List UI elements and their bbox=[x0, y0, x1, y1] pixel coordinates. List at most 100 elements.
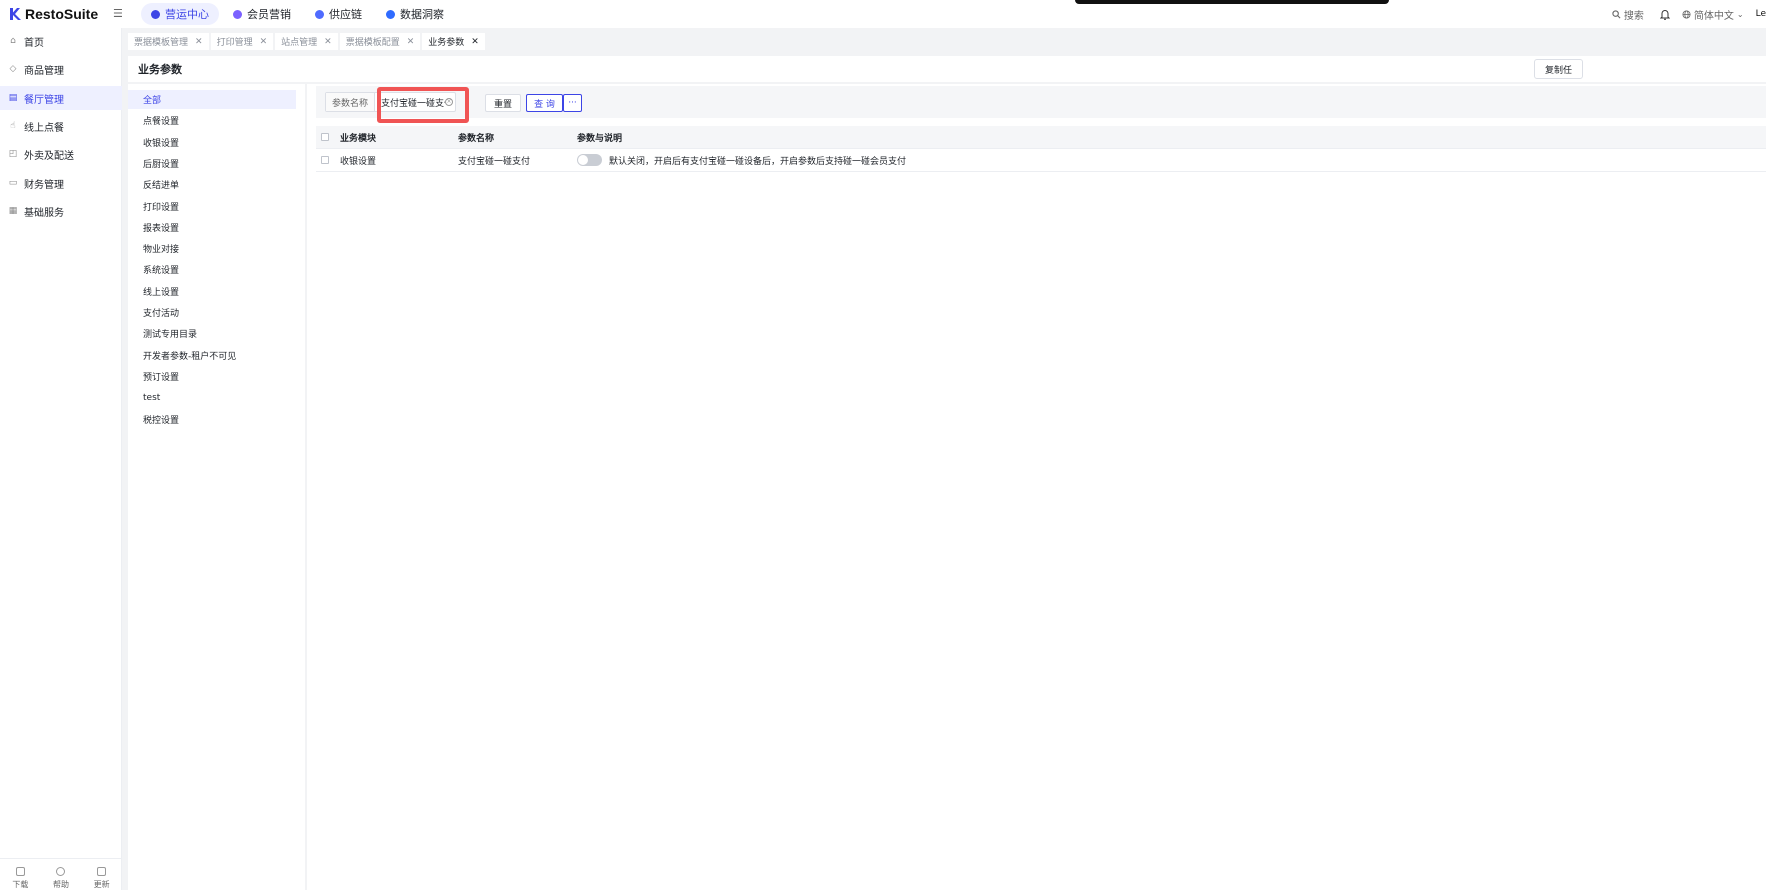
category-item[interactable]: 预订设置 bbox=[128, 367, 296, 386]
notification-button[interactable] bbox=[1659, 9, 1670, 20]
category-item[interactable]: 系统设置 bbox=[128, 260, 296, 279]
top-nav-item[interactable]: 数据洞察 bbox=[376, 3, 454, 25]
top-header: RestoSuite ☰ 营运中心 会员营销 供应链 数据洞察 搜索 简体中文 ⌄ L… bbox=[0, 0, 1766, 28]
global-search[interactable]: 搜索 bbox=[1612, 7, 1644, 22]
logo[interactable]: RestoSuite bbox=[9, 6, 105, 22]
nav-module-icon bbox=[233, 9, 242, 19]
column-header-name: 参数名称 bbox=[458, 133, 495, 144]
sidebar-item-label: 线上点餐 bbox=[24, 122, 64, 134]
param-name-filter: 参数名称 × bbox=[325, 92, 457, 112]
page-header: 业务参数 复制任 bbox=[128, 56, 1766, 82]
row-checkbox[interactable] bbox=[321, 156, 329, 164]
category-item[interactable]: test bbox=[128, 388, 296, 407]
nav-module-icon bbox=[315, 9, 324, 19]
sidebar-item[interactable]: ▦ 基础服务 bbox=[0, 199, 122, 223]
sidebar-item-label: 餐厅管理 bbox=[24, 94, 64, 106]
sidebar-footer-label: 帮助 bbox=[52, 880, 69, 889]
category-item[interactable]: 税控设置 bbox=[128, 410, 296, 429]
sidebar-item-label: 基础服务 bbox=[24, 207, 64, 219]
sidebar-item[interactable]: ⌂ 首页 bbox=[0, 29, 122, 53]
close-icon[interactable]: ✕ bbox=[260, 37, 268, 47]
home-icon: ⌂ bbox=[10, 36, 16, 46]
select-all-checkbox[interactable] bbox=[321, 133, 329, 141]
page-tabs: 票据模板管理 ✕ 打印管理 ✕ 站点管理 ✕ 票据模板配置 ✕ 业务参数 ✕ bbox=[128, 33, 487, 50]
grid-icon: ▦ bbox=[8, 206, 18, 216]
sidebar-item-label: 财务管理 bbox=[24, 179, 64, 191]
bag-icon: ◰ bbox=[8, 149, 18, 159]
top-nav-label: 会员营销 bbox=[247, 8, 291, 21]
table-header-row: 业务模块 参数名称 参数与说明 bbox=[316, 126, 1766, 149]
filter-bar: 参数名称 × 重置 查 询 ··· bbox=[316, 86, 1766, 123]
clear-icon[interactable]: × bbox=[445, 98, 454, 106]
category-item[interactable]: 后厨设置 bbox=[128, 154, 296, 173]
sidebar-item[interactable]: ☝ 线上点餐 bbox=[0, 114, 122, 138]
category-item[interactable]: 线上设置 bbox=[128, 282, 296, 301]
page-tab[interactable]: 票据模板管理 ✕ bbox=[128, 33, 209, 50]
query-button[interactable]: 查 询 bbox=[526, 94, 563, 112]
category-item[interactable]: 全部 bbox=[128, 90, 296, 109]
category-item[interactable]: 点餐设置 bbox=[128, 111, 296, 130]
category-panel: 全部点餐设置收银设置后厨设置反结进单打印设置报表设置物业对接系统设置线上设置支付… bbox=[128, 84, 305, 890]
nav-module-icon bbox=[151, 9, 160, 19]
category-item[interactable]: 物业对接 bbox=[128, 239, 296, 258]
category-item[interactable]: 打印设置 bbox=[128, 197, 296, 216]
close-icon[interactable]: ✕ bbox=[324, 37, 332, 47]
top-nav-label: 数据洞察 bbox=[400, 8, 444, 21]
store-icon: ▤ bbox=[8, 93, 18, 103]
wallet-icon: ▭ bbox=[8, 178, 18, 188]
page-tab[interactable]: 业务参数 ✕ bbox=[422, 33, 485, 50]
language-label: 简体中文 bbox=[1693, 10, 1734, 22]
sidebar-footer-label: 下载 bbox=[12, 880, 29, 889]
category-item[interactable]: 反结进单 bbox=[128, 175, 296, 194]
user-name: Le bbox=[1755, 9, 1766, 19]
search-label: 搜索 bbox=[1623, 10, 1644, 22]
category-item[interactable]: 收银设置 bbox=[128, 133, 296, 152]
more-options-button[interactable]: ··· bbox=[563, 94, 582, 112]
menu-collapse-icon[interactable]: ☰ bbox=[113, 8, 125, 20]
close-icon[interactable]: ✕ bbox=[407, 37, 415, 47]
page-tab[interactable]: 站点管理 ✕ bbox=[275, 33, 338, 50]
top-nav-item[interactable]: 营运中心 bbox=[141, 3, 219, 25]
sidebar-item[interactable]: ◰ 外卖及配送 bbox=[0, 142, 122, 166]
sidebar-item-label: 外卖及配送 bbox=[24, 150, 74, 162]
chevron-down-icon: ⌄ bbox=[1736, 9, 1744, 19]
category-item[interactable]: 支付活动 bbox=[128, 303, 296, 322]
language-selector[interactable]: 简体中文 ⌄ bbox=[1682, 7, 1744, 22]
close-icon[interactable]: ✕ bbox=[471, 37, 479, 47]
column-header-desc: 参数与说明 bbox=[577, 133, 623, 144]
row-desc-cell: 默认关闭，开启后有支付宝碰一碰设备后，开启参数后支持碰一碰会员支付 bbox=[577, 154, 906, 167]
sidebar-item[interactable]: ▭ 财务管理 bbox=[0, 171, 122, 195]
bell-icon bbox=[1659, 9, 1670, 20]
page-tab[interactable]: 票据模板配置 ✕ bbox=[339, 33, 421, 50]
category-item[interactable]: 开发者参数-租户不可见 bbox=[128, 346, 296, 365]
sidebar-footer-button[interactable]: 下载 bbox=[12, 867, 28, 890]
top-right-tools: 搜索 简体中文 ⌄ Le bbox=[1600, 0, 1766, 28]
user-avatar[interactable]: Le bbox=[1756, 9, 1766, 19]
sidebar-item[interactable]: ◇ 商品管理 bbox=[0, 57, 122, 81]
category-item[interactable]: 报表设置 bbox=[128, 218, 296, 237]
sidebar-item[interactable]: ▤ 餐厅管理 bbox=[0, 86, 122, 110]
restosuite-logo-icon bbox=[10, 8, 21, 20]
pointer-icon: ☝ bbox=[10, 121, 16, 131]
param-toggle-switch[interactable] bbox=[577, 154, 602, 166]
sidebar-footer-button[interactable]: 更新 bbox=[94, 867, 110, 890]
copy-button[interactable]: 复制任 bbox=[1534, 59, 1584, 79]
globe-icon bbox=[1682, 9, 1691, 19]
help-icon bbox=[56, 867, 66, 876]
search-icon bbox=[1612, 9, 1621, 18]
top-nav-item[interactable]: 会员营销 bbox=[223, 3, 301, 25]
page-tab-label: 业务参数 bbox=[428, 38, 465, 48]
sidebar-item-label: 首页 bbox=[24, 37, 44, 49]
close-icon[interactable]: ✕ bbox=[195, 37, 203, 47]
page-tab[interactable]: 打印管理 ✕ bbox=[210, 33, 274, 50]
category-item[interactable]: 测试专用目录 bbox=[128, 324, 296, 343]
column-header-module: 业务模块 bbox=[340, 133, 377, 144]
filter-label: 参数名称 bbox=[326, 93, 376, 111]
toggle-knob bbox=[578, 155, 588, 165]
main-content: 参数名称 × 重置 查 询 ··· 业务模块 参数名称 参数与说明 收银设置 支… bbox=[307, 84, 1766, 890]
reset-button[interactable]: 重置 bbox=[485, 94, 521, 112]
param-name-input[interactable] bbox=[375, 97, 446, 107]
sidebar-footer-button[interactable]: 帮助 bbox=[53, 867, 69, 890]
sidebar-item-label: 商品管理 bbox=[24, 65, 64, 77]
top-nav-item[interactable]: 供应链 bbox=[305, 3, 372, 25]
